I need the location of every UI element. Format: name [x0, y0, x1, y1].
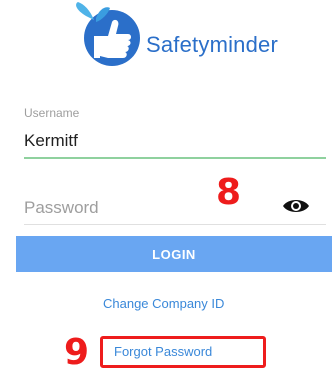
username-label: Username [24, 106, 80, 120]
password-field[interactable]: Password [24, 198, 99, 218]
annotation-marker-9: 9 [64, 332, 90, 373]
username-field[interactable]: Kermitf [24, 131, 78, 151]
change-company-id-link[interactable]: Change Company ID [103, 296, 224, 311]
eye-icon[interactable] [282, 196, 310, 216]
brand-name: Safetyminder [146, 32, 279, 57]
annotation-marker-8: 8 [216, 172, 242, 213]
password-underline [24, 224, 326, 225]
login-button[interactable]: LOGIN [16, 236, 332, 272]
username-underline [24, 157, 326, 159]
forgot-password-link[interactable]: Forgot Password [114, 344, 212, 359]
thumbs-up-leaf-icon [76, 2, 140, 66]
